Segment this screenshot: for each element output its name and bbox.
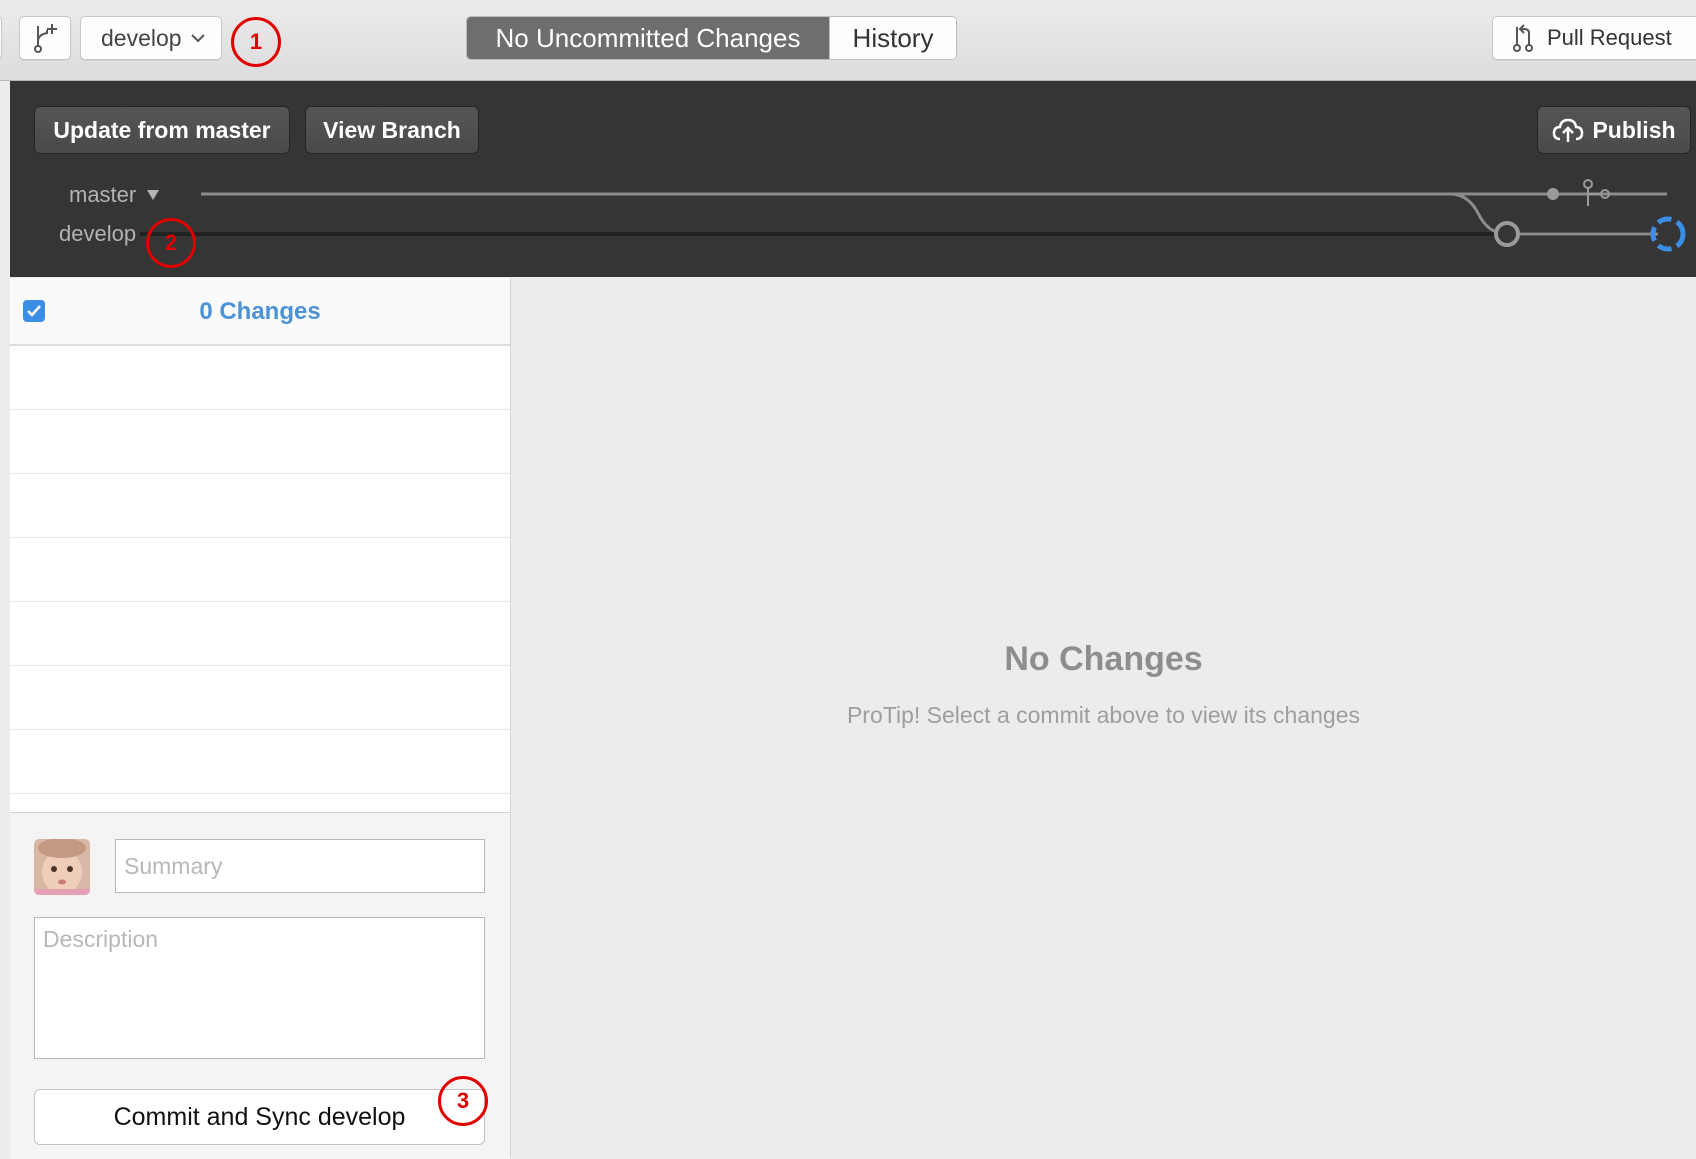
description-input[interactable]: [34, 917, 485, 1059]
empty-state-title: No Changes: [1004, 640, 1203, 678]
annotation-marker-2: 2: [146, 218, 196, 268]
branch-plus-icon: [34, 24, 57, 53]
chevron-down-icon: [191, 34, 205, 43]
avatar: [34, 839, 90, 895]
view-mode-tabs: No Uncommitted Changes History: [466, 16, 957, 60]
branch-panel: Update from master View Branch Publish m…: [10, 81, 1696, 277]
list-item: [10, 730, 510, 794]
master-commit-dot: [1547, 188, 1559, 200]
tab-uncommitted-changes[interactable]: No Uncommitted Changes: [467, 17, 829, 59]
changes-header: 0 Changes: [10, 278, 510, 346]
pull-request-icon: [1513, 24, 1533, 52]
summary-input[interactable]: [115, 839, 485, 893]
sidebar-toggle-button[interactable]: [0, 16, 2, 60]
list-item: [10, 602, 510, 666]
branch-graph: [140, 179, 1686, 252]
list-item: [10, 410, 510, 474]
empty-state-subtitle: ProTip! Select a commit above to view it…: [846, 702, 1361, 728]
tab-history[interactable]: History: [829, 17, 956, 59]
pull-request-button[interactable]: Pull Request: [1492, 16, 1696, 60]
create-branch-button[interactable]: [19, 16, 71, 60]
user-avatar-image: [34, 839, 90, 895]
list-item: [10, 346, 510, 410]
annotation-marker-1: 1: [231, 17, 281, 67]
changes-pane: 0 Changes Commit and Sync develop: [10, 278, 511, 1159]
annotation-marker-3: 3: [438, 1076, 488, 1126]
list-item: [10, 538, 510, 602]
commit-and-sync-button[interactable]: Commit and Sync develop: [34, 1089, 485, 1145]
list-item: [10, 666, 510, 730]
branch-select[interactable]: develop: [80, 16, 222, 60]
list-item: [10, 474, 510, 538]
develop-commit-node: [1494, 221, 1520, 247]
branch-select-label: develop: [101, 24, 182, 51]
pull-request-label: Pull Request: [1547, 25, 1672, 50]
commit-form: Commit and Sync develop: [10, 812, 510, 1159]
changes-count: 0 Changes: [199, 298, 321, 325]
